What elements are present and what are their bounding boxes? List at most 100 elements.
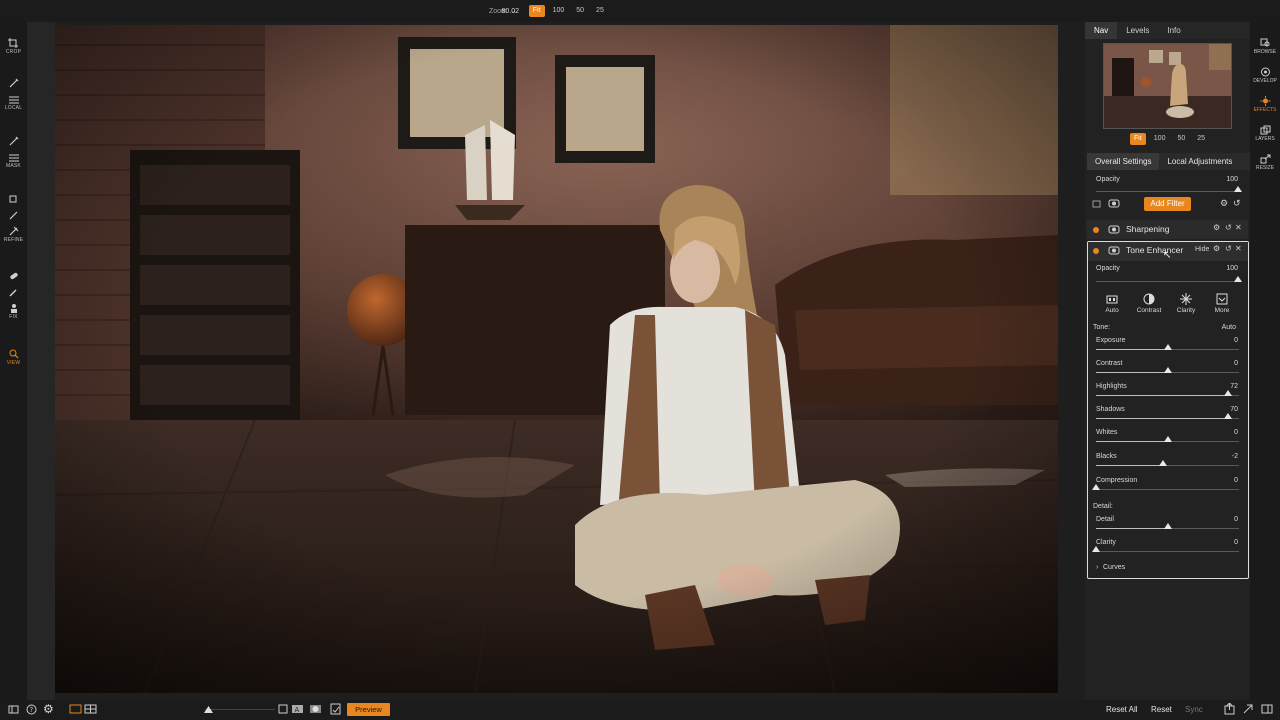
more-preset-button[interactable]: More xyxy=(1209,293,1235,314)
exposure-value[interactable]: 0 xyxy=(1208,337,1238,344)
reset-button[interactable]: Reset xyxy=(1151,705,1172,714)
help-icon[interactable]: ? xyxy=(26,704,37,715)
panel-toggle-icon[interactable] xyxy=(8,705,19,714)
detail-value[interactable]: 0 xyxy=(1208,516,1238,523)
nav-zoom-25-button[interactable]: 25 xyxy=(1193,133,1209,145)
reset-icon[interactable]: ↺ xyxy=(1225,244,1232,253)
browse-module[interactable]: BROWSE xyxy=(1250,38,1280,55)
mask-square-icon[interactable] xyxy=(278,704,288,714)
compare-view-icon[interactable] xyxy=(84,704,97,714)
tool-label: LOCAL xyxy=(4,105,23,111)
highlights-value[interactable]: 72 xyxy=(1208,383,1238,390)
circle-mask-icon[interactable] xyxy=(310,704,321,714)
undo-icon[interactable]: ↺ xyxy=(1233,198,1241,209)
eye-icon[interactable] xyxy=(1108,225,1120,234)
curves-toggle[interactable]: Curves xyxy=(1103,564,1125,571)
whites-slider-knob[interactable] xyxy=(1163,436,1172,442)
reset-icon[interactable]: ↺ xyxy=(1225,223,1232,232)
close-icon[interactable]: ✕ xyxy=(1235,223,1242,232)
eye-icon[interactable] xyxy=(1108,246,1120,255)
refine-tool[interactable]: REFINE xyxy=(0,194,27,243)
auto-preset-button[interactable]: Auto xyxy=(1099,293,1125,314)
document-icon[interactable] xyxy=(330,703,341,715)
triangle-up-icon[interactable] xyxy=(204,705,213,713)
crop-tool[interactable]: CROP xyxy=(0,38,27,55)
tab-nav[interactable]: Nav xyxy=(1085,22,1118,39)
mask-tool[interactable]: MASK xyxy=(0,136,27,169)
exposure-slider-knob[interactable] xyxy=(1163,344,1172,350)
gear-icon[interactable]: ⚙ xyxy=(1213,244,1220,253)
chevron-right-icon[interactable]: › xyxy=(1096,564,1098,571)
contrast-value[interactable]: 0 xyxy=(1208,360,1238,367)
blacks-slider-knob[interactable] xyxy=(1159,460,1168,466)
add-filter-button[interactable]: Add Filter xyxy=(1144,197,1191,211)
gear-icon[interactable]: ⚙ xyxy=(1220,198,1228,209)
shadows-slider-knob[interactable] xyxy=(1223,413,1232,419)
blacks-slider-fill xyxy=(1096,465,1163,466)
slider-knob[interactable] xyxy=(1233,276,1242,282)
svg-text:A: A xyxy=(295,706,300,714)
overall-opacity-label: Opacity xyxy=(1096,176,1120,183)
single-view-icon[interactable] xyxy=(69,704,82,714)
reset-all-button[interactable]: Reset All xyxy=(1106,705,1138,714)
overall-opacity-value[interactable]: 100 xyxy=(1208,176,1238,183)
stack-icon[interactable] xyxy=(1092,199,1102,208)
tone-opacity-slider[interactable] xyxy=(1096,281,1239,282)
overall-opacity-slider[interactable] xyxy=(1096,191,1239,192)
fix-tool[interactable]: FIX xyxy=(0,271,27,320)
blacks-value[interactable]: -2 xyxy=(1208,453,1238,460)
zoom-100-button[interactable]: 100 xyxy=(549,5,569,17)
tool-label: VIEW xyxy=(6,360,21,366)
hide-button[interactable]: Hide xyxy=(1195,246,1209,253)
clarity-value[interactable]: 0 xyxy=(1208,539,1238,546)
tone-opacity-value[interactable]: 100 xyxy=(1208,265,1238,272)
navigator-thumbnail[interactable] xyxy=(1103,43,1232,129)
export-icon[interactable] xyxy=(1224,703,1235,715)
preview-size-track[interactable] xyxy=(205,709,275,710)
tab-overall-settings[interactable]: Overall Settings xyxy=(1087,153,1160,170)
tab-info[interactable]: Info xyxy=(1158,22,1189,39)
compression-slider[interactable] xyxy=(1096,489,1239,490)
clarity-preset-button[interactable]: Clarity xyxy=(1173,293,1199,314)
clarity-slider[interactable] xyxy=(1096,551,1239,552)
slider-knob[interactable] xyxy=(1233,186,1242,192)
filter-enabled-dot[interactable] xyxy=(1093,248,1099,254)
sync-button[interactable]: Sync xyxy=(1185,705,1203,714)
compression-slider-knob[interactable] xyxy=(1092,484,1100,490)
share-icon[interactable] xyxy=(1243,704,1253,714)
tab-local-adjustments[interactable]: Local Adjustments xyxy=(1159,153,1240,170)
whites-value[interactable]: 0 xyxy=(1208,429,1238,436)
zoom-fit-button[interactable]: Fit xyxy=(528,5,545,17)
zoom-25-button[interactable]: 25 xyxy=(592,5,608,17)
tone-auto-button[interactable]: Auto xyxy=(1206,324,1236,331)
close-icon[interactable]: ✕ xyxy=(1235,244,1242,253)
view-tool[interactable]: VIEW xyxy=(0,349,27,366)
nav-zoom-50-button[interactable]: 50 xyxy=(1173,133,1189,145)
nav-zoom-fit-button[interactable]: Fit xyxy=(1130,133,1146,145)
shadows-value[interactable]: 70 xyxy=(1208,406,1238,413)
develop-module[interactable]: DEVELOP xyxy=(1250,67,1280,84)
local-tool[interactable]: LOCAL xyxy=(0,78,27,111)
detail-slider-knob[interactable] xyxy=(1163,523,1172,529)
zoom-50-button[interactable]: 50 xyxy=(572,5,588,17)
contrast-preset-button[interactable]: Contrast xyxy=(1136,293,1162,314)
filter-enabled-dot[interactable] xyxy=(1093,227,1099,233)
contrast-slider-knob[interactable] xyxy=(1163,367,1172,373)
settings-gear-icon[interactable]: ⚙ xyxy=(43,702,54,716)
gear-icon[interactable]: ⚙ xyxy=(1213,223,1220,232)
right-panel-toggle-icon[interactable] xyxy=(1261,704,1273,714)
zoom-value[interactable]: 80.02 xyxy=(489,8,519,15)
eye-icon[interactable] xyxy=(1108,199,1120,208)
text-mask-icon[interactable]: A xyxy=(292,704,303,714)
tab-levels[interactable]: Levels xyxy=(1117,22,1158,39)
nav-zoom-100-button[interactable]: 100 xyxy=(1150,133,1170,145)
effects-module[interactable]: EFFECTS xyxy=(1250,96,1280,113)
main-image-canvas[interactable] xyxy=(55,25,1058,693)
resize-module[interactable]: RESIZE xyxy=(1250,154,1280,171)
layers-module[interactable]: LAYERS xyxy=(1250,125,1280,142)
clarity-slider-knob[interactable] xyxy=(1092,546,1100,552)
preview-button[interactable]: Preview xyxy=(347,703,390,716)
highlights-slider-knob[interactable] xyxy=(1223,390,1232,396)
compression-value[interactable]: 0 xyxy=(1208,477,1238,484)
sharpening-filter-header[interactable]: Sharpening ⚙ ↺ ✕ xyxy=(1087,220,1248,239)
